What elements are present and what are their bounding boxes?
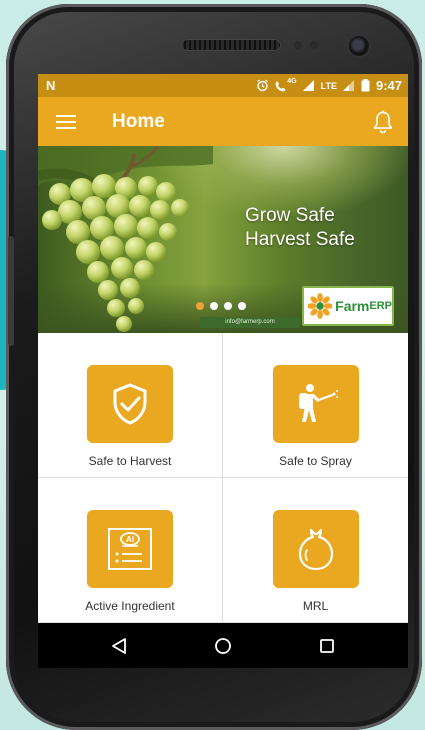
tile-label: Safe to Harvest [88, 454, 172, 468]
logo-text-erp: ERP [369, 300, 392, 312]
carrier-glyph: N [46, 78, 56, 93]
fruit-icon [298, 528, 333, 571]
tile-label: MRL [302, 599, 329, 613]
farmerp-logo: Farm ERP [302, 286, 394, 326]
logo-text-farm: Farm [335, 298, 370, 314]
phone-sensor [294, 41, 302, 49]
lte-label: LTE [320, 80, 337, 91]
active-ingredient-icon-text: AI [126, 534, 134, 544]
app-bar: Home [38, 97, 408, 146]
page-title: Home [112, 110, 165, 132]
tile-label: Active Ingredient [85, 599, 175, 613]
carousel-dot-active[interactable] [196, 302, 204, 310]
carousel-dot[interactable] [210, 302, 218, 310]
menu-icon[interactable] [56, 114, 76, 129]
carousel-dot[interactable] [238, 302, 246, 310]
banner-headline: Grow Safe Harvest Safe [245, 204, 355, 252]
sprayer-person-icon [298, 384, 338, 422]
tile-label: Safe to Spray [279, 454, 352, 468]
shield-check-icon [113, 383, 147, 425]
active-ingredient-certificate-icon [108, 528, 152, 570]
carousel-dots [196, 302, 246, 310]
back-icon[interactable] [111, 637, 127, 655]
promo-banner[interactable]: Grow Safe Harvest Safe info@farmerp.com [38, 146, 408, 333]
banner-email: info@farmerp.com [200, 317, 300, 328]
alarm-icon [257, 79, 269, 92]
recents-icon[interactable] [319, 638, 335, 654]
bell-icon[interactable] [372, 110, 394, 134]
sunflower-logo-icon [308, 293, 333, 319]
tile-safe-to-harvest[interactable]: Safe to Harvest [38, 333, 223, 478]
signal-icon [302, 80, 314, 91]
banner-headline-line1: Grow Safe [245, 205, 335, 226]
system-nav-bar [38, 623, 408, 668]
phone-sensor [310, 41, 318, 49]
home-icon[interactable] [214, 637, 232, 655]
phone-camera [349, 36, 369, 56]
tile-icon-box [272, 365, 359, 443]
call-icon: 4G [275, 77, 297, 92]
grape-bunch-image [38, 146, 213, 332]
network-type: 4G [287, 77, 297, 85]
carousel-dot[interactable] [224, 302, 232, 310]
phone-side-button [8, 236, 14, 346]
battery-icon [361, 79, 370, 92]
status-bar: N 4G LTE 9:47 [38, 74, 408, 97]
signal-icon [342, 80, 354, 91]
app-screen: N 4G LTE 9:47 Home Grow Safe Harvest Saf… [38, 74, 408, 668]
tile-safe-to-spray[interactable]: Safe to Spray [223, 333, 408, 478]
phone-speaker [181, 39, 281, 51]
tile-mrl[interactable]: MRL [223, 478, 408, 623]
tile-icon-box [272, 510, 359, 588]
feature-grid: Safe to Harvest Safe to Spray AI Active … [38, 333, 408, 623]
tile-active-ingredient[interactable]: AI Active Ingredient [38, 478, 223, 623]
banner-headline-line2: Harvest Safe [245, 229, 355, 250]
tile-icon-box: AI [87, 510, 173, 588]
status-time: 9:47 [375, 78, 402, 93]
tile-icon-box [87, 365, 173, 443]
